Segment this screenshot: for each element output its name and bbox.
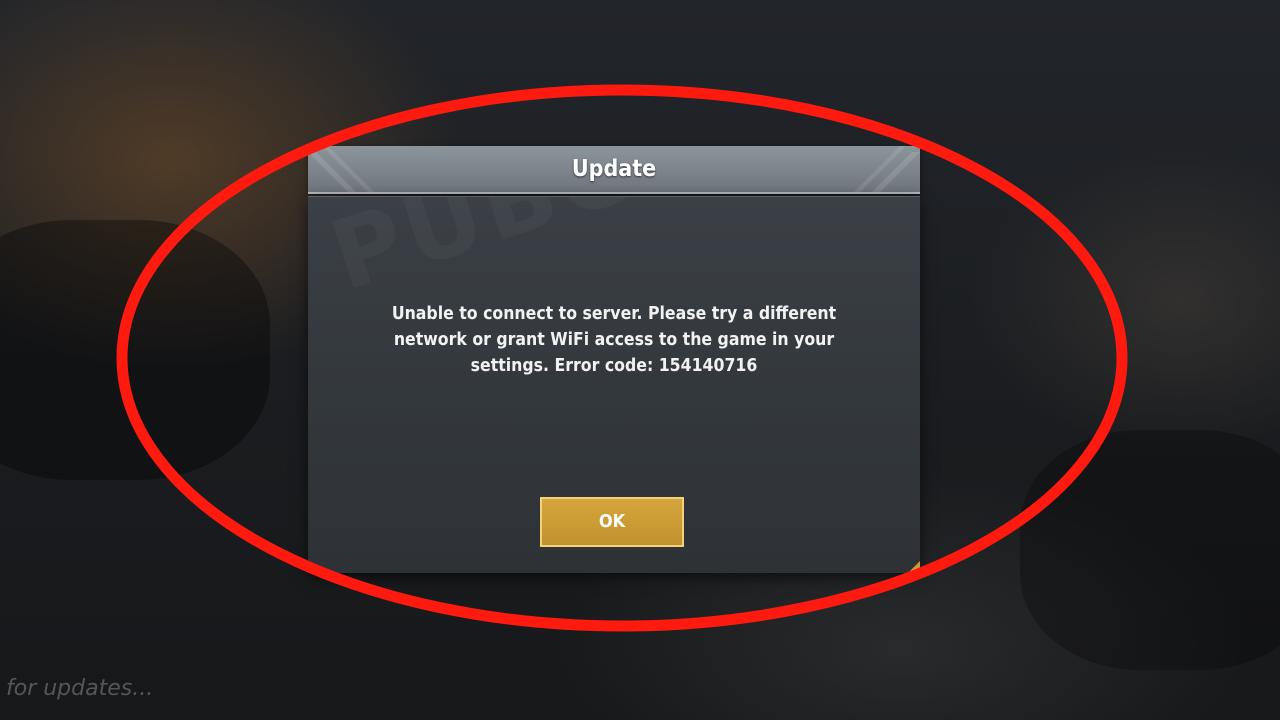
loading-status-text: for updates... [6, 676, 154, 701]
game-screen: for updates... Update PUBG MOBILE Unable… [0, 0, 1280, 720]
background-art-right [1020, 430, 1280, 670]
update-dialog: Update PUBG MOBILE Unable to connect to … [308, 146, 920, 573]
error-message: Unable to connect to server. Please try … [391, 304, 837, 376]
ok-button[interactable]: OK [540, 497, 684, 547]
dialog-header: Update [308, 146, 920, 194]
background-art [0, 220, 270, 480]
logo-watermark: PUBG MOBILE [318, 197, 920, 312]
corner-accent [908, 561, 920, 573]
dialog-body: PUBG MOBILE Unable to connect to server.… [308, 196, 920, 573]
dialog-title: Update [571, 156, 657, 182]
